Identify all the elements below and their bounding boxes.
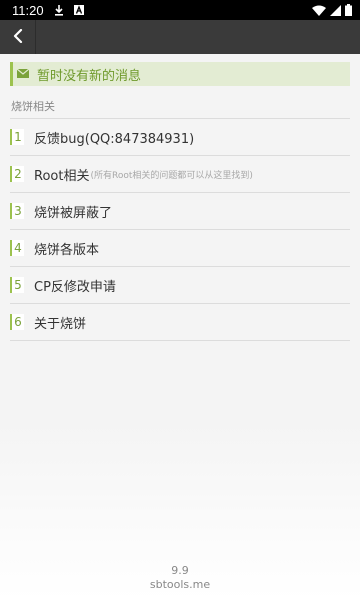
- menu-item-about[interactable]: 6 关于烧饼: [10, 304, 350, 341]
- battery-icon: [345, 4, 352, 16]
- item-label: 烧饼被屏蔽了: [34, 205, 113, 221]
- notice-banner[interactable]: 暂时没有新的消息: [10, 62, 350, 86]
- item-number: 1: [10, 129, 24, 145]
- item-label: 烧饼各版本: [34, 242, 100, 258]
- item-number: 3: [10, 203, 24, 219]
- version-text: 9.9: [171, 564, 189, 577]
- item-number: 5: [10, 277, 24, 293]
- item-number: 2: [10, 166, 24, 182]
- menu-item-cp-request[interactable]: 5 CP反修改申请: [10, 267, 350, 304]
- signal-icon: [330, 4, 341, 16]
- item-subtitle: (所有Root相关的问题都可以从这里找到): [90, 170, 253, 181]
- a-notification-icon: [73, 5, 84, 15]
- app-bar: [0, 20, 360, 54]
- item-label: Root相关: [34, 168, 90, 184]
- download-icon: [54, 4, 64, 16]
- menu-item-versions[interactable]: 4 烧饼各版本: [10, 230, 350, 267]
- wifi-icon: [312, 5, 326, 16]
- item-label: 关于烧饼: [34, 316, 87, 332]
- item-label: 反馈bug(QQ:847384931): [34, 131, 195, 147]
- item-label: CP反修改申请: [34, 279, 116, 295]
- status-time: 11:20: [12, 2, 44, 18]
- footer: 9.9 sbtools.me: [0, 564, 360, 592]
- item-number: 6: [10, 314, 24, 330]
- section-title: 烧饼相关: [10, 98, 350, 119]
- menu-item-root[interactable]: 2 Root相关 (所有Root相关的问题都可以从这里找到): [10, 156, 350, 193]
- mail-icon: [17, 69, 31, 79]
- back-button[interactable]: [0, 20, 36, 54]
- item-number: 4: [10, 240, 24, 256]
- chevron-left-icon: [13, 28, 23, 47]
- main-content: 暂时没有新的消息 烧饼相关 1 反馈bug(QQ:847384931) 2 Ro…: [10, 62, 350, 341]
- notice-text: 暂时没有新的消息: [37, 68, 142, 84]
- status-bar: 11:20: [0, 0, 360, 20]
- menu-item-blocked[interactable]: 3 烧饼被屏蔽了: [10, 193, 350, 230]
- menu-item-feedback-bug[interactable]: 1 反馈bug(QQ:847384931): [10, 119, 350, 156]
- site-link[interactable]: sbtools.me: [0, 578, 360, 592]
- menu-list: 1 反馈bug(QQ:847384931) 2 Root相关 (所有Root相关…: [10, 119, 350, 341]
